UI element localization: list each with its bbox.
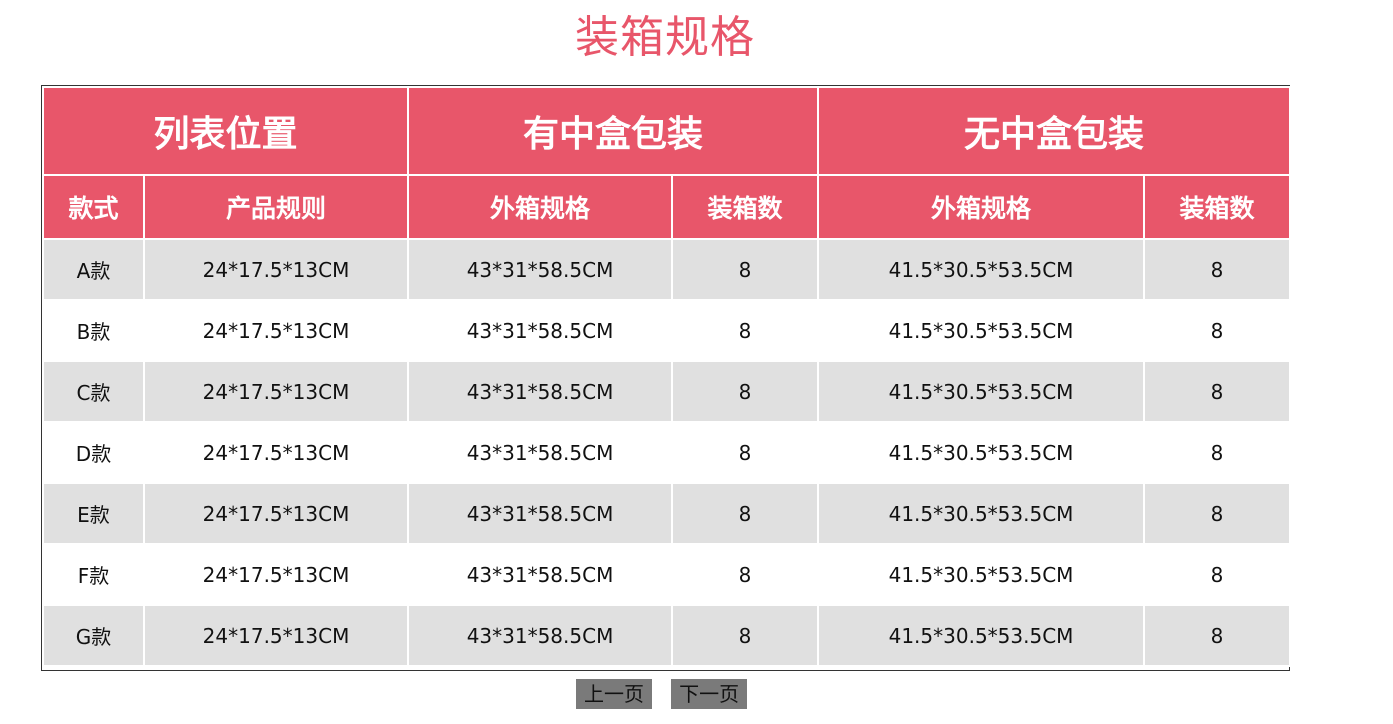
table-row: F款 24*17.5*13CM 43*31*58.5CM 8 41.5*30.5*53.… (42, 543, 1292, 606)
pagination: 上一页 下一页 (576, 679, 761, 709)
cell-carton-spec-no-box: 41.5*30.5*53.5CM (817, 604, 1146, 667)
column-header-carton-qty-no-box: 装箱数 (1143, 174, 1292, 240)
packing-spec-table: 列表位置 有中盒包装 无中盒包装 款式 产品规则 外箱规格 装箱数 外箱规格 装… (41, 85, 1292, 671)
table-row: D款 24*17.5*13CM 43*31*58.5CM 8 41.5*30.5*53.… (42, 421, 1292, 484)
cell-carton-spec: 43*31*58.5CM (407, 238, 674, 301)
column-header-style: 款式 (42, 174, 145, 240)
cell-style: D款 (42, 421, 145, 484)
group-header-with-inner-box: 有中盒包装 (407, 86, 820, 176)
table-row: B款 24*17.5*13CM 43*31*58.5CM 8 41.5*30.5*53.… (42, 299, 1292, 362)
cell-product-spec: 24*17.5*13CM (142, 299, 410, 362)
cell-carton-qty: 8 (671, 543, 820, 606)
cell-product-spec: 24*17.5*13CM (142, 421, 410, 484)
cell-carton-spec: 43*31*58.5CM (407, 360, 674, 423)
table-row: E款 24*17.5*13CM 43*31*58.5CM 8 41.5*30.5*53.… (42, 482, 1292, 545)
cell-carton-qty-no-box: 8 (1143, 604, 1292, 667)
cell-carton-qty: 8 (671, 238, 820, 301)
cell-style: A款 (42, 238, 145, 301)
table-body: A款 24*17.5*13CM 43*31*58.5CM 8 41.5*30.5*53.… (42, 238, 1292, 667)
column-header-product-spec: 产品规则 (142, 174, 410, 240)
cell-carton-spec-no-box: 41.5*30.5*53.5CM (817, 421, 1146, 484)
group-header-row: 列表位置 有中盒包装 无中盒包装 (41, 86, 1292, 176)
group-header-list-position: 列表位置 (41, 86, 410, 176)
column-header-carton-qty: 装箱数 (671, 174, 820, 240)
next-page-button[interactable]: 下一页 (671, 679, 748, 709)
cell-carton-qty: 8 (671, 421, 820, 484)
cell-carton-spec-no-box: 41.5*30.5*53.5CM (817, 360, 1146, 423)
cell-carton-qty: 8 (671, 360, 820, 423)
cell-carton-qty-no-box: 8 (1143, 482, 1292, 545)
cell-carton-spec-no-box: 41.5*30.5*53.5CM (817, 238, 1146, 301)
cell-style: F款 (42, 543, 145, 606)
cell-carton-qty-no-box: 8 (1143, 360, 1292, 423)
cell-style: G款 (42, 604, 145, 667)
sub-header-row: 款式 产品规则 外箱规格 装箱数 外箱规格 装箱数 (42, 174, 1292, 240)
cell-carton-spec-no-box: 41.5*30.5*53.5CM (817, 482, 1146, 545)
page: 装箱规格 列表位置 有中盒包装 无中盒包装 款式 产品规则 外箱规格 装箱数 外… (0, 0, 1393, 724)
cell-carton-qty: 8 (671, 604, 820, 667)
cell-style: B款 (42, 299, 145, 362)
table-row: G款 24*17.5*13CM 43*31*58.5CM 8 41.5*30.5*53.… (42, 604, 1292, 667)
group-header-without-inner-box: 无中盒包装 (817, 86, 1292, 176)
cell-product-spec: 24*17.5*13CM (142, 543, 410, 606)
cell-carton-spec: 43*31*58.5CM (407, 543, 674, 606)
page-title: 装箱规格 (575, 12, 755, 63)
table-row: C款 24*17.5*13CM 43*31*58.5CM 8 41.5*30.5*53.… (42, 360, 1292, 423)
cell-carton-spec: 43*31*58.5CM (407, 482, 674, 545)
prev-page-button[interactable]: 上一页 (576, 679, 652, 709)
cell-style: E款 (42, 482, 145, 545)
cell-product-spec: 24*17.5*13CM (142, 604, 410, 667)
cell-carton-qty-no-box: 8 (1143, 543, 1292, 606)
cell-carton-spec: 43*31*58.5CM (407, 299, 674, 362)
cell-carton-qty: 8 (671, 482, 820, 545)
cell-carton-qty-no-box: 8 (1143, 299, 1292, 362)
cell-carton-spec: 43*31*58.5CM (407, 604, 674, 667)
column-header-carton-spec-no-box: 外箱规格 (817, 174, 1146, 240)
cell-carton-spec: 43*31*58.5CM (407, 421, 674, 484)
cell-product-spec: 24*17.5*13CM (142, 238, 410, 301)
column-header-carton-spec: 外箱规格 (407, 174, 674, 240)
cell-carton-qty-no-box: 8 (1143, 421, 1292, 484)
spec-table: 列表位置 有中盒包装 无中盒包装 款式 产品规则 外箱规格 装箱数 外箱规格 装… (41, 86, 1292, 667)
cell-style: C款 (42, 360, 145, 423)
cell-carton-qty-no-box: 8 (1143, 238, 1292, 301)
table-row: A款 24*17.5*13CM 43*31*58.5CM 8 41.5*30.5*53.… (42, 238, 1292, 301)
cell-carton-qty: 8 (671, 299, 820, 362)
cell-product-spec: 24*17.5*13CM (142, 482, 410, 545)
cell-product-spec: 24*17.5*13CM (142, 360, 410, 423)
cell-carton-spec-no-box: 41.5*30.5*53.5CM (817, 299, 1146, 362)
cell-carton-spec-no-box: 41.5*30.5*53.5CM (817, 543, 1146, 606)
